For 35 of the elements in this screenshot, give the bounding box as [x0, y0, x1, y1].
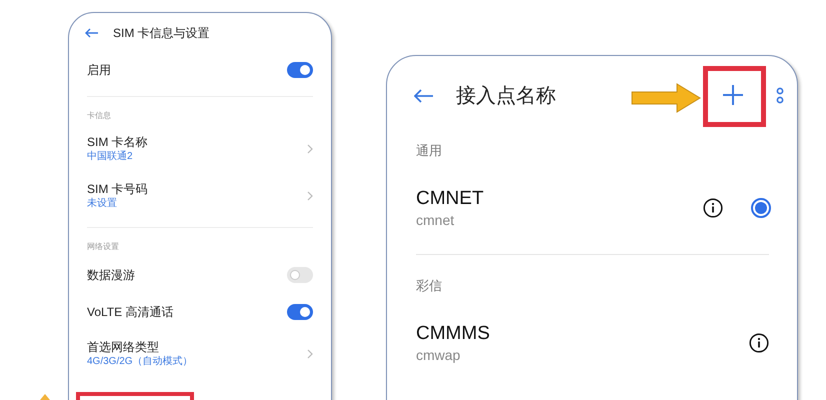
setting-value: 未设置: [87, 196, 118, 210]
apn-value: cmwap: [416, 346, 462, 364]
section-label: 彩信: [416, 277, 443, 295]
setting-label: 首选网络类型: [87, 338, 160, 354]
radio-button[interactable]: [751, 198, 771, 218]
screen-title: 接入点名称: [456, 84, 556, 109]
section-label: 通用: [416, 142, 443, 160]
apn-name: CMNET: [416, 187, 485, 211]
arrow-drawing: [40, 394, 50, 400]
chevron-icon: [307, 348, 313, 358]
section-label: 网络设置: [87, 241, 120, 253]
back-icon[interactable]: [85, 28, 99, 38]
setting-label: 启用: [87, 62, 111, 78]
setting-value: 4G/3G/2G（自动模式）: [87, 354, 193, 368]
screen-title: SIM 卡信息与设置: [113, 25, 210, 42]
arrow-drawing: [631, 83, 701, 113]
toggle-switch[interactable]: [287, 266, 313, 282]
apn-value: cmnet: [416, 211, 456, 229]
chevron-icon: [307, 144, 313, 154]
chevron-icon: [307, 190, 313, 200]
toggle-switch[interactable]: [287, 304, 313, 320]
section-label: 卡信息: [87, 110, 112, 122]
setting-label: SIM 卡号码: [87, 180, 148, 196]
setting-value: 中国联通2: [87, 150, 134, 164]
back-icon[interactable]: [414, 89, 434, 103]
setting-label: 数据漫游: [87, 266, 135, 284]
highlight-frame: [703, 66, 766, 127]
setting-label: SIM 卡名称: [87, 134, 148, 150]
info-icon[interactable]: [703, 198, 723, 218]
apn-name: CMMMS: [416, 322, 491, 346]
add-icon[interactable]: [722, 84, 744, 106]
setting-label: VoLTE 高清通话: [87, 304, 174, 320]
toggle-switch[interactable]: [287, 62, 313, 78]
more-icon[interactable]: [776, 87, 784, 105]
info-icon[interactable]: [749, 333, 769, 353]
